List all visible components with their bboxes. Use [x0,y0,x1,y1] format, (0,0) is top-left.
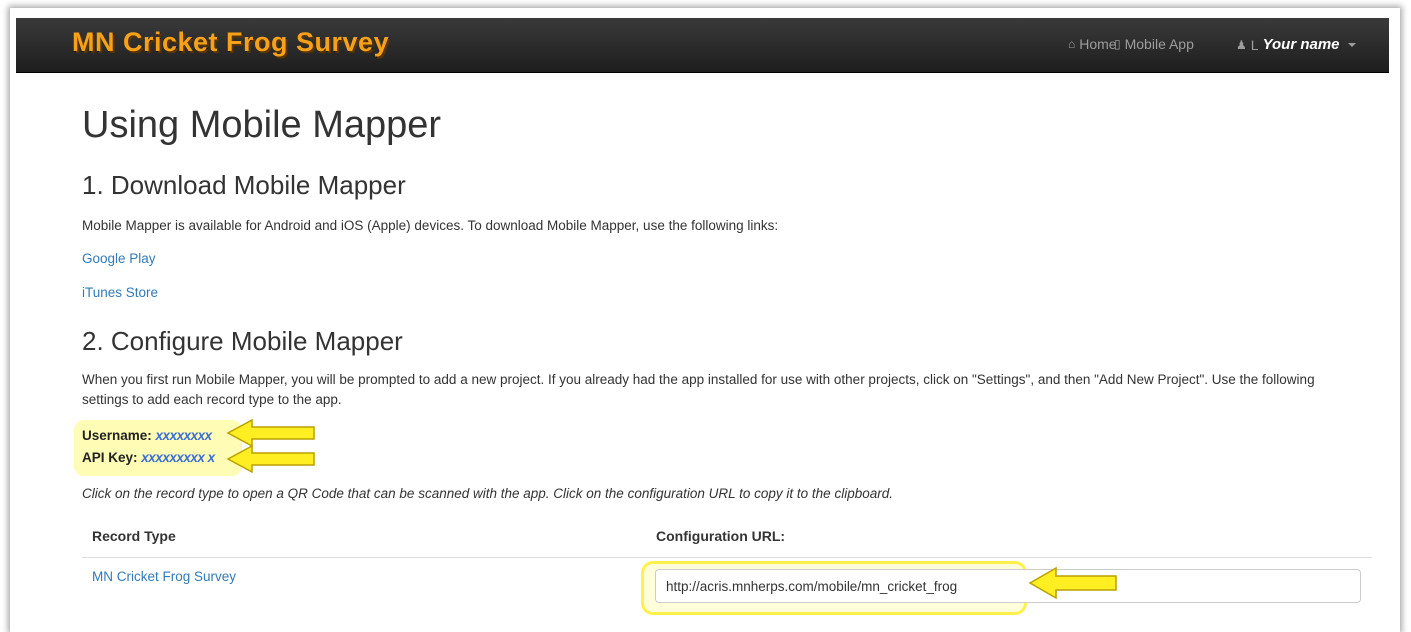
home-icon: ⌂ [1068,37,1076,51]
username-row: Username: xxxxxxxx [82,428,212,443]
apikey-label: API Key: [82,450,138,465]
record-type-link[interactable]: MN Cricket Frog Survey [92,569,236,584]
annotation-arrow-url [1028,566,1117,600]
section-configure-text: When you first run Mobile Mapper, you wi… [82,372,1315,407]
col-config-url: Configuration URL: [656,528,786,544]
brand-title[interactable]: MN Cricket Frog Survey [72,27,389,58]
section-configure-title: 2. Configure Mobile Mapper [82,326,403,356]
apikey-value: xxxxxxxxx x [141,450,215,465]
nav-user-prefix: L [1250,36,1259,53]
itunes-store-link[interactable]: iTunes Store [82,285,158,300]
nav-home-label: Home [1079,36,1117,52]
instruction-text: Click on the record type to open a QR Co… [82,486,893,501]
nav-mobile-app[interactable]: ▯ Mobile App [1114,36,1194,52]
page-title: Using Mobile Mapper [82,104,442,146]
nav-mobile-label: Mobile App [1124,36,1194,52]
table-divider [82,557,1372,558]
section-download-text: Mobile Mapper is available for Android a… [82,218,779,233]
nav-user-menu[interactable]: ♟ L Your name [1236,36,1356,53]
navbar: MN Cricket Frog Survey ⌂ Home ▯ Mobile A… [16,18,1389,73]
chevron-down-icon [1347,42,1356,47]
nav-user-name: Your name [1262,36,1340,53]
config-url-input[interactable] [655,569,1361,603]
section-download-title: 1. Download Mobile Mapper [82,170,406,200]
apikey-row: API Key: xxxxxxxxx x [82,450,215,465]
username-label: Username: [82,428,152,443]
user-icon: ♟ [1236,37,1247,52]
nav-home[interactable]: ⌂ Home [1068,36,1117,52]
mobile-icon: ▯ [1114,37,1121,51]
google-play-link[interactable]: Google Play [82,251,156,266]
username-value: xxxxxxxx [155,428,213,443]
annotation-arrow-apikey [226,444,315,474]
col-record-type: Record Type [92,528,176,544]
